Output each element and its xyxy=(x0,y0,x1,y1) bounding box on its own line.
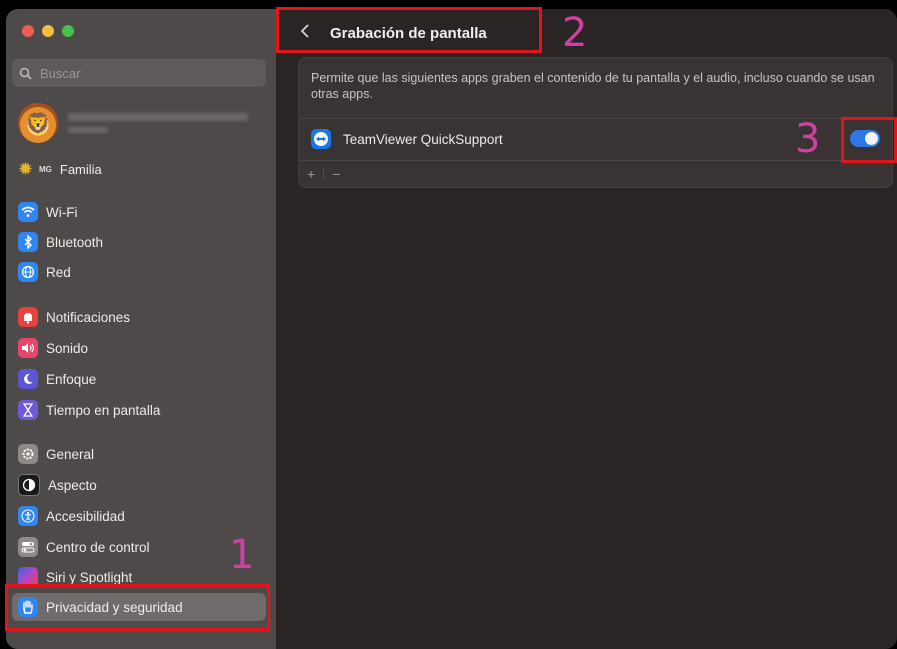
sidebar-item-wifi[interactable]: Wi-Fi xyxy=(12,198,266,226)
gear-icon xyxy=(18,444,38,464)
sidebar-item-bluetooth[interactable]: Bluetooth xyxy=(12,228,266,256)
app-name: TeamViewer QuickSupport xyxy=(343,131,503,147)
sidebar-item-label: Enfoque xyxy=(46,371,97,387)
appearance-icon xyxy=(18,474,40,496)
avatar: 🦁 xyxy=(18,103,58,143)
search-icon xyxy=(18,66,32,80)
search-field[interactable] xyxy=(12,59,266,87)
search-input[interactable] xyxy=(38,64,242,82)
sidebar-item-notificaciones[interactable]: Notificaciones xyxy=(12,303,266,331)
sidebar-item-accesibilidad[interactable]: Accesibilidad xyxy=(12,502,266,530)
add-remove-controls: + − xyxy=(299,162,348,186)
user-profile[interactable]: 🦁 xyxy=(18,103,248,143)
teamviewer-icon xyxy=(311,129,331,149)
zoom-window-button[interactable] xyxy=(62,25,74,37)
family-badge: MG xyxy=(39,165,52,174)
sidebar-item-aspecto[interactable]: Aspecto xyxy=(12,471,266,499)
sidebar-item-tiempo-en-pantalla[interactable]: Tiempo en pantalla xyxy=(12,396,266,424)
highlight-toggle xyxy=(841,117,897,163)
minimize-window-button[interactable] xyxy=(42,25,54,37)
highlight-title xyxy=(276,7,542,53)
add-app-button[interactable]: + xyxy=(299,166,323,182)
close-window-button[interactable] xyxy=(22,25,34,37)
wifi-icon xyxy=(18,202,38,222)
remove-app-button[interactable]: − xyxy=(324,166,348,182)
family-item[interactable]: ✹ MG Familia xyxy=(18,159,102,180)
family-label: Familia xyxy=(59,162,102,177)
sidebar-item-label: Sonido xyxy=(46,340,89,356)
control-center-icon xyxy=(18,537,38,557)
sidebar-item-label: Siri y Spotlight xyxy=(46,569,133,585)
highlight-privacidad xyxy=(5,584,270,631)
bell-icon xyxy=(18,307,38,327)
accessibility-icon xyxy=(18,506,38,526)
sidebar-item-label: Notificaciones xyxy=(46,309,131,325)
sidebar-item-general[interactable]: General xyxy=(12,440,266,468)
sidebar-item-label: Bluetooth xyxy=(46,234,104,250)
sidebar-item-sonido[interactable]: Sonido xyxy=(12,334,266,362)
sidebar-item-label: Red xyxy=(46,264,71,280)
user-name-redacted xyxy=(68,113,248,133)
sidebar-item-label: Centro de control xyxy=(46,539,150,555)
sidebar-item-enfoque[interactable]: Enfoque xyxy=(12,365,266,393)
sidebar-item-label: Tiempo en pantalla xyxy=(46,402,161,418)
moon-icon xyxy=(18,369,38,389)
sidebar-item-label: General xyxy=(46,446,95,462)
window-controls xyxy=(22,25,74,37)
speaker-icon xyxy=(18,338,38,358)
hourglass-icon xyxy=(18,400,38,420)
annotation-number-1: 1 xyxy=(229,532,255,578)
settings-window: 🦁 ✹ MG Familia Wi-Fi Bluetooth xyxy=(6,9,897,649)
sidebar-item-red[interactable]: Red xyxy=(12,258,266,286)
bluetooth-icon xyxy=(18,232,38,252)
sidebar-item-label: Aspecto xyxy=(48,477,97,493)
annotation-number-3: 3 xyxy=(795,116,821,162)
annotation-number-2: 2 xyxy=(562,10,588,56)
sidebar-item-label: Wi-Fi xyxy=(46,204,78,220)
globe-icon xyxy=(18,262,38,282)
sunflower-icon: ✹ xyxy=(18,159,34,179)
main-panel: Grabación de pantalla Permite que las si… xyxy=(276,9,897,649)
screen-recording-description: Permite que las siguientes apps graben e… xyxy=(311,71,875,101)
sidebar-item-label: Accesibilidad xyxy=(46,508,125,524)
sidebar-item-centro-de-control[interactable]: Centro de control xyxy=(12,533,266,561)
